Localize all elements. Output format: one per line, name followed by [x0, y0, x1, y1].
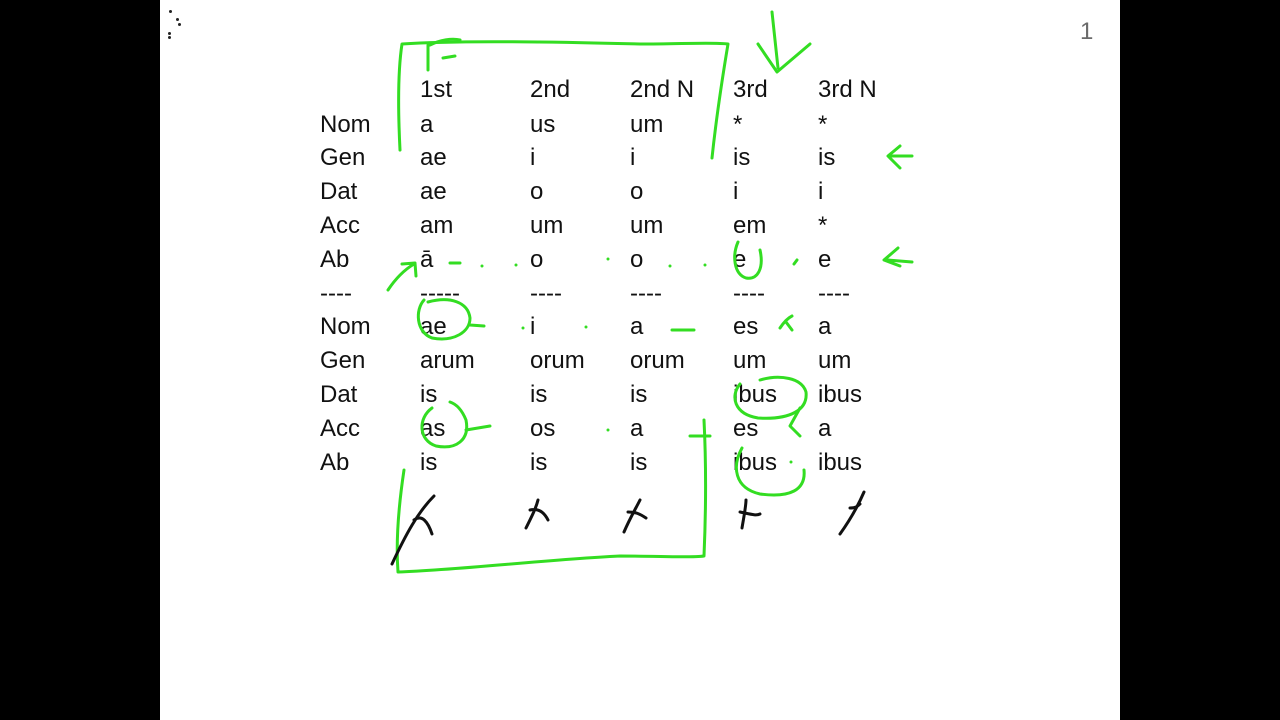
ending-cell: is: [818, 144, 836, 171]
separator: ----: [818, 280, 850, 307]
menu-dots-icon[interactable]: [166, 6, 186, 42]
ending-cell: is: [530, 449, 548, 476]
column-header: 2nd: [530, 76, 571, 103]
case-label: Acc: [320, 415, 361, 442]
case-label: Nom: [320, 111, 371, 138]
ending-cell: os: [530, 415, 556, 442]
ending-cell: orum: [630, 347, 685, 374]
ending-cell: i: [818, 178, 824, 205]
ending-cell: is: [420, 449, 438, 476]
ending-cell: es: [733, 415, 759, 442]
case-label: Acc: [320, 212, 361, 239]
ending-cell: is: [733, 144, 751, 171]
case-label: Gen: [320, 144, 366, 171]
ending-cell: ā: [420, 246, 434, 273]
ending-cell: e: [733, 246, 747, 273]
ending-cell: is: [530, 381, 548, 408]
column-header: 3rd N: [818, 76, 877, 103]
ending-cell: es: [733, 313, 759, 340]
case-label: Nom: [320, 313, 371, 340]
ending-cell: i: [733, 178, 739, 205]
ending-cell: is: [630, 449, 648, 476]
ending-cell: *: [818, 111, 828, 138]
up-right-arrow-icon: [386, 261, 418, 292]
ending-cell: a: [630, 415, 644, 442]
separator: ----: [530, 280, 562, 307]
case-label: Dat: [320, 178, 358, 205]
separator: ----: [320, 280, 352, 307]
cross-mark-icon: [390, 494, 436, 566]
column-header: 1st: [420, 76, 453, 103]
down-arrow-icon: [756, 10, 812, 74]
ending-cell: e: [818, 246, 832, 273]
ending-cell: ibus: [733, 449, 778, 476]
ending-cell: *: [733, 111, 743, 138]
ending-cell: arum: [420, 347, 475, 374]
ending-cell: orum: [530, 347, 585, 374]
ending-cell: *: [818, 212, 828, 239]
ending-cell: o: [530, 178, 544, 205]
cross-mark-icon: [738, 498, 762, 530]
ending-cell: o: [530, 246, 544, 273]
left-arrow-icon: [882, 246, 914, 268]
ending-cell: a: [630, 313, 644, 340]
ending-cell: a: [818, 415, 832, 442]
ending-cell: um: [630, 111, 664, 138]
ending-cell: um: [733, 347, 767, 374]
case-label: Ab: [320, 449, 350, 476]
ending-cell: um: [818, 347, 852, 374]
ending-cell: ibus: [818, 449, 863, 476]
ending-cell: us: [530, 111, 556, 138]
ending-cell: um: [630, 212, 664, 239]
separator: ----: [733, 280, 765, 307]
ending-cell: ae: [420, 178, 447, 205]
ending-cell: a: [420, 111, 434, 138]
separator: -----: [420, 280, 460, 307]
case-label: Ab: [320, 246, 350, 273]
ending-cell: ibus: [818, 381, 863, 408]
ending-cell: o: [630, 178, 644, 205]
ending-cell: um: [530, 212, 564, 239]
ending-cell: am: [420, 212, 454, 239]
ending-cell: is: [420, 381, 438, 408]
green-t-mark: [426, 37, 462, 72]
ending-cell: is: [630, 381, 648, 408]
ending-cell: a: [818, 313, 832, 340]
ending-cell: i: [530, 144, 536, 171]
slide-page: 1 1st 2nd 2nd N 3rd 3rd N Nom a us um * * Gen ae i i is…: [160, 0, 1120, 720]
ending-cell: em: [733, 212, 767, 239]
column-header: 3rd: [733, 76, 768, 103]
ending-cell: i: [530, 313, 536, 340]
case-label: Dat: [320, 381, 358, 408]
ending-cell: ibus: [733, 381, 778, 408]
ending-cell: ae: [420, 313, 447, 340]
case-label: Gen: [320, 347, 366, 374]
cross-mark-icon: [524, 498, 550, 530]
left-arrow-icon: [886, 144, 914, 170]
ending-cell: i: [630, 144, 636, 171]
page-number: 1: [1080, 18, 1094, 45]
separator: ----: [630, 280, 662, 307]
ending-cell: o: [630, 246, 644, 273]
cross-mark-icon: [622, 498, 648, 534]
column-header: 2nd N: [630, 76, 695, 103]
cross-mark-icon: [838, 490, 866, 536]
ending-cell: ae: [420, 144, 447, 171]
ending-cell: as: [420, 415, 446, 442]
